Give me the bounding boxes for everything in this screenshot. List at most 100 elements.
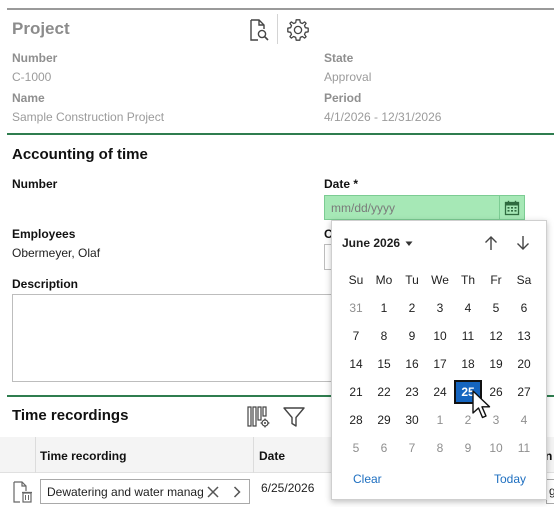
project-number-label: Number <box>12 51 58 65</box>
document-search-button[interactable] <box>245 17 271 43</box>
arrow-down-icon <box>517 236 529 250</box>
calendar-day[interactable]: 4 <box>454 296 482 320</box>
column-header-date[interactable]: Date <box>259 449 285 463</box>
column-settings-button[interactable] <box>245 404 273 430</box>
columns-settings-icon <box>247 406 270 428</box>
weekday-header: Fr <box>490 273 502 287</box>
open-lookup-button[interactable] <box>229 484 245 500</box>
calendar-day[interactable]: 11 <box>454 324 482 348</box>
calendar-day[interactable]: 13 <box>510 324 538 348</box>
employees-value: Obermeyer, Olaf <box>12 246 101 260</box>
calendar-day[interactable]: 2 <box>398 296 426 320</box>
project-name-label: Name <box>12 91 45 105</box>
month-year-selector[interactable]: June 2026 <box>342 236 413 250</box>
chevron-right-icon <box>233 486 241 498</box>
calendar-day[interactable]: 10 <box>482 436 510 460</box>
calendar-day[interactable]: 12 <box>482 324 510 348</box>
delete-row-button[interactable] <box>9 478 37 506</box>
calendar-day[interactable]: 6 <box>370 436 398 460</box>
calendar-day[interactable]: 16 <box>398 352 426 376</box>
next-month-button[interactable] <box>513 233 533 253</box>
calendar-day[interactable]: 1 <box>426 408 454 432</box>
project-period-value: 4/1/2026 - 12/31/2026 <box>324 110 442 124</box>
weekday-header: We <box>431 273 449 287</box>
weekday-header: Tu <box>405 273 419 287</box>
time-recording-value: Dewatering and water management <box>47 484 203 499</box>
calendar-day[interactable]: 21 <box>342 380 370 404</box>
gear-icon <box>287 19 309 41</box>
calendar-day[interactable]: 15 <box>370 352 398 376</box>
calendar-icon <box>504 200 520 215</box>
clear-date-button[interactable]: Clear <box>353 472 382 486</box>
calendar-day[interactable]: 1 <box>370 296 398 320</box>
calendar-day[interactable]: 9 <box>398 324 426 348</box>
calendar-day[interactable]: 28 <box>342 408 370 432</box>
calendar-day[interactable]: 14 <box>342 352 370 376</box>
date-input[interactable]: mm/dd/yyyy <box>324 195 500 220</box>
calendar-day[interactable]: 10 <box>426 324 454 348</box>
column-separator <box>35 437 36 473</box>
clear-button[interactable] <box>205 484 221 500</box>
employees-label: Employees <box>12 227 76 241</box>
calendar-day[interactable]: 30 <box>398 408 426 432</box>
filter-icon <box>283 407 305 427</box>
calendar-button[interactable] <box>500 195 525 220</box>
row-partial-field[interactable]: g <box>546 479 554 504</box>
calendar-day[interactable]: 23 <box>398 380 426 404</box>
filter-button[interactable] <box>280 404 308 430</box>
project-number-value: C-1000 <box>12 70 52 84</box>
month-year-label: June 2026 <box>342 236 401 250</box>
calendar-day[interactable]: 11 <box>510 436 538 460</box>
calendar-day[interactable]: 8 <box>426 436 454 460</box>
weekday-header: Su <box>348 273 364 287</box>
calendar-day[interactable]: 6 <box>510 296 538 320</box>
calendar-day[interactable]: 31 <box>342 296 370 320</box>
calendar-day[interactable]: 18 <box>454 352 482 376</box>
project-section-title: Project <box>12 19 70 38</box>
clear-x-icon <box>207 486 219 498</box>
section-divider <box>7 133 554 135</box>
calendar-day[interactable]: 20 <box>510 352 538 376</box>
weekday-header: Mo <box>375 273 393 287</box>
calendar-day[interactable]: 22 <box>370 380 398 404</box>
calendar-day[interactable]: 19 <box>482 352 510 376</box>
project-name-value: Sample Construction Project <box>12 110 165 124</box>
description-textarea[interactable] <box>12 294 342 382</box>
column-header-time-recording[interactable]: Time recording <box>40 449 126 463</box>
row-partial-value: g <box>549 484 554 498</box>
settings-button[interactable] <box>285 17 311 43</box>
today-button[interactable]: Today <box>494 472 526 486</box>
column-separator <box>253 437 254 473</box>
calendar-day[interactable]: 4 <box>510 408 538 432</box>
calendar-day[interactable]: 29 <box>370 408 398 432</box>
time-recordings-title: Time recordings <box>12 407 129 424</box>
toolbar-separator <box>277 14 278 44</box>
previous-month-button[interactable] <box>481 233 501 253</box>
accounting-number-label: Number <box>12 177 58 191</box>
mouse-cursor-icon <box>472 390 491 419</box>
document-search-icon <box>250 19 269 41</box>
calendar-day[interactable]: 5 <box>482 296 510 320</box>
calendar-day[interactable]: 24 <box>426 380 454 404</box>
accounting-section-title: Accounting of time <box>12 146 148 163</box>
accounting-date-label: Date * <box>324 177 359 191</box>
weekday-header: Sa <box>516 273 532 287</box>
time-recording-input[interactable]: Dewatering and water management <box>40 479 250 504</box>
date-picker-popup: June 2026 Clear Today Su Mo Tu We Th Fr Sa 31 1 2… <box>331 220 547 500</box>
description-label: Description <box>12 277 79 291</box>
row-date-value: 6/25/2026 <box>261 481 315 495</box>
calendar-day[interactable]: 7 <box>398 436 426 460</box>
top-divider <box>7 8 554 10</box>
document-delete-icon <box>13 481 32 503</box>
weekday-header: Th <box>460 273 475 287</box>
project-period-label: Period <box>324 91 362 105</box>
calendar-day[interactable]: 8 <box>370 324 398 348</box>
project-state-label: State <box>324 51 354 65</box>
calendar-day[interactable]: 17 <box>426 352 454 376</box>
calendar-day[interactable]: 9 <box>454 436 482 460</box>
calendar-day[interactable]: 7 <box>342 324 370 348</box>
calendar-day[interactable]: 27 <box>510 380 538 404</box>
calendar-day[interactable]: 5 <box>342 436 370 460</box>
project-state-value: Approval <box>324 70 372 84</box>
calendar-day[interactable]: 3 <box>426 296 454 320</box>
